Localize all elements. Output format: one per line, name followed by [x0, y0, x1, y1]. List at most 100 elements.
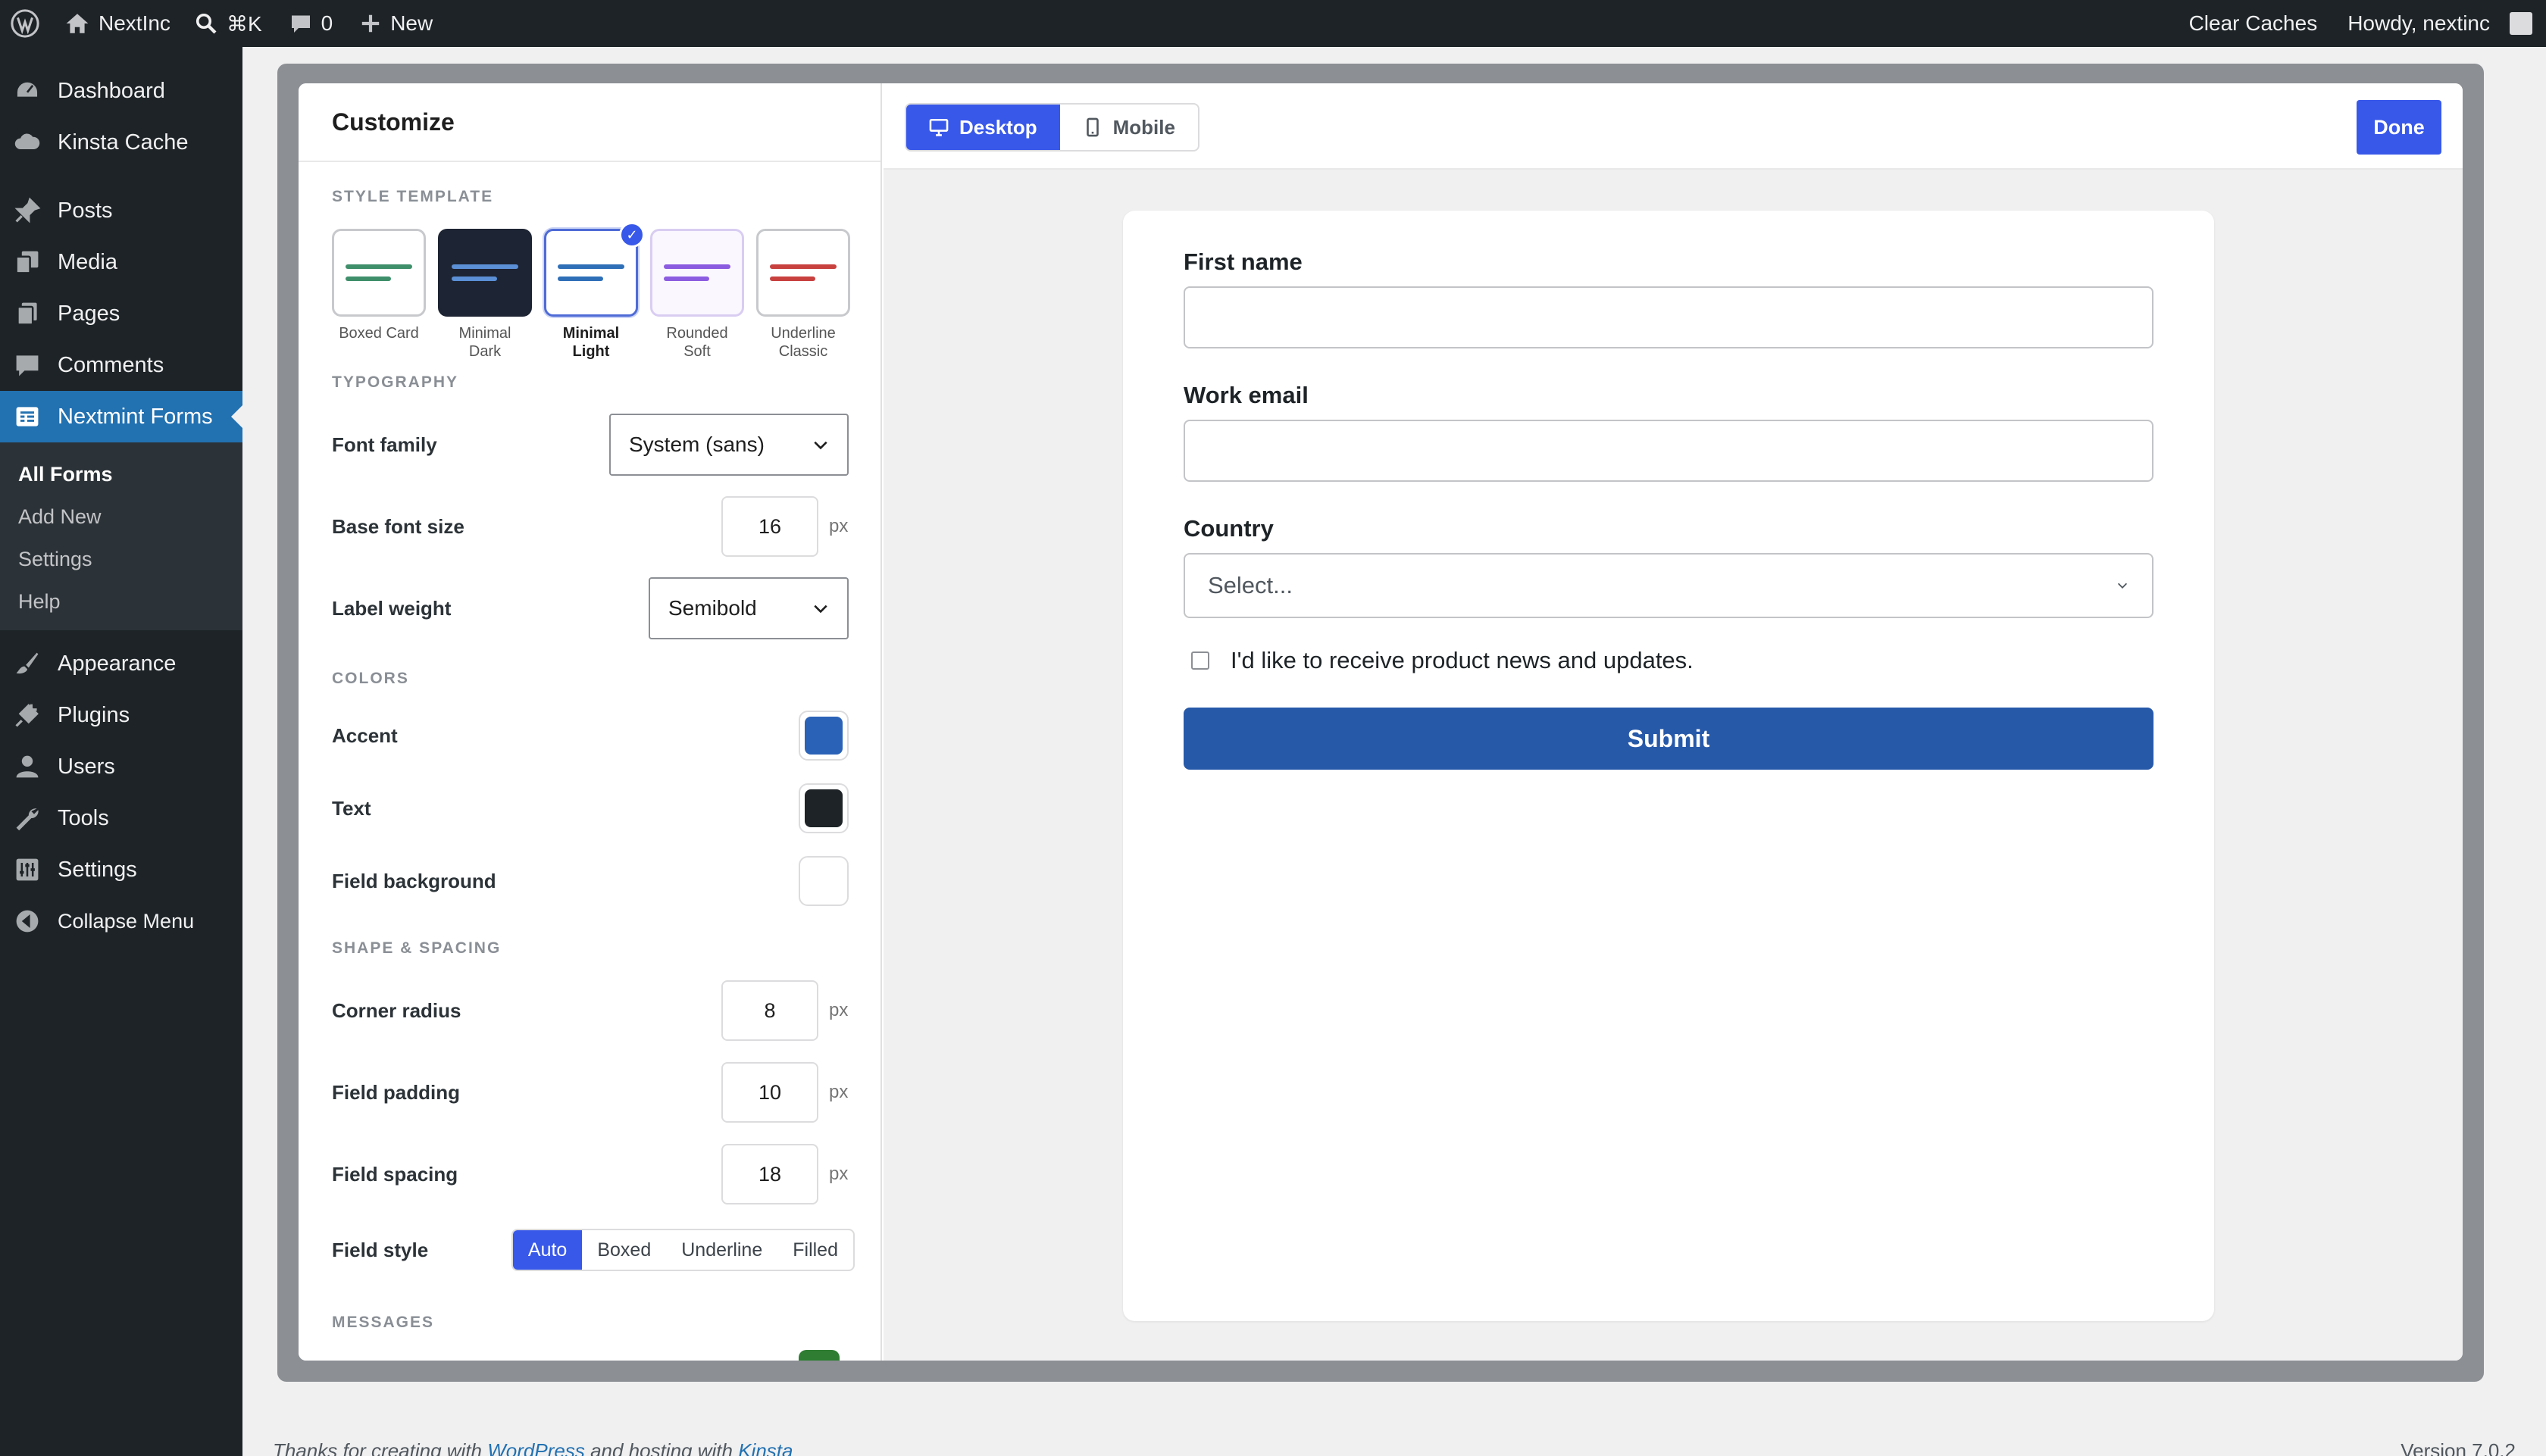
- collapse-menu-button[interactable]: Collapse Menu: [0, 895, 242, 947]
- menu-dashboard[interactable]: Dashboard: [0, 65, 242, 117]
- comments-link[interactable]: 0: [273, 0, 344, 47]
- menu-label: Nextmint Forms: [58, 404, 213, 429]
- label-weight-row: Label weight Semibold: [332, 577, 849, 639]
- desktop-icon: [929, 118, 949, 136]
- unit-label: px: [829, 1000, 849, 1020]
- clear-caches-button[interactable]: Clear Caches: [2178, 0, 2338, 47]
- label-weight-label: Label weight: [332, 596, 452, 620]
- footer-text: and hosting with: [590, 1439, 733, 1456]
- success-color-swatch[interactable]: [799, 1350, 840, 1361]
- home-icon: [66, 14, 89, 33]
- template-underline-classic[interactable]: Underline Classic: [756, 229, 850, 361]
- consent-label: I'd like to receive product news and upd…: [1231, 647, 1694, 673]
- text-color-swatch[interactable]: [799, 783, 849, 833]
- mobile-tab[interactable]: Mobile: [1060, 105, 1198, 150]
- field-padding-input[interactable]: 10: [721, 1062, 818, 1123]
- menu-appearance[interactable]: Appearance: [0, 638, 242, 689]
- field-spacing-input[interactable]: 18: [721, 1144, 818, 1204]
- country-label: Country: [1184, 515, 1274, 542]
- corner-radius-input[interactable]: 8: [721, 980, 818, 1041]
- command-search-button[interactable]: ⌘K: [181, 0, 273, 47]
- template-rounded-soft[interactable]: Rounded Soft: [650, 229, 744, 361]
- font-family-row: Font family System (sans): [332, 414, 849, 476]
- font-family-label: Font family: [332, 433, 437, 456]
- template-boxed-card[interactable]: Boxed Card: [332, 229, 426, 361]
- first-name-input[interactable]: [1184, 286, 2153, 348]
- chevron-down-icon: [814, 605, 827, 614]
- kinsta-link[interactable]: Kinsta: [738, 1439, 793, 1456]
- menu-label: Appearance: [58, 651, 177, 676]
- section-messages: MESSAGES: [332, 1314, 435, 1331]
- submenu-add-new[interactable]: Add New: [0, 495, 242, 538]
- field-background-label: Field background: [332, 869, 496, 892]
- chevron-down-icon: [2117, 583, 2128, 589]
- field-style-underline[interactable]: Underline: [666, 1230, 777, 1270]
- menu-media[interactable]: Media: [0, 236, 242, 288]
- corner-radius-label: Corner radius: [332, 998, 461, 1022]
- pin-icon: [14, 197, 41, 223]
- field-style-auto[interactable]: Auto: [512, 1230, 583, 1270]
- unit-label: px: [829, 1164, 849, 1184]
- label-weight-value: Semibold: [668, 596, 757, 620]
- field-background-swatch[interactable]: [799, 856, 849, 906]
- field-spacing-label: Field spacing: [332, 1162, 458, 1186]
- site-name-link[interactable]: NextInc: [50, 0, 181, 47]
- checkmark-icon: ✓: [619, 222, 645, 248]
- done-button[interactable]: Done: [2357, 100, 2441, 155]
- wordpress-link[interactable]: WordPress: [487, 1439, 585, 1456]
- brush-icon: [16, 652, 39, 674]
- site-name: NextInc: [99, 11, 170, 35]
- account-menu[interactable]: Howdy, nextinc: [2337, 0, 2546, 47]
- menu-label: Tools: [58, 805, 109, 830]
- menu-plugins[interactable]: Plugins: [0, 689, 242, 741]
- menu-comments[interactable]: Comments: [0, 339, 242, 391]
- menu-pages[interactable]: Pages: [0, 288, 242, 339]
- accent-row: Accent: [332, 711, 849, 761]
- menu-label: Pages: [58, 301, 120, 326]
- template-thumb: [438, 229, 532, 317]
- font-family-select[interactable]: System (sans): [609, 414, 849, 476]
- menu-tools[interactable]: Tools: [0, 792, 242, 844]
- section-style-template: STYLE TEMPLATE: [332, 188, 494, 205]
- search-shortcut: ⌘K: [226, 11, 262, 36]
- work-email-input[interactable]: [1184, 420, 2153, 482]
- collapse-icon: [16, 910, 39, 933]
- template-minimal-light[interactable]: ✓ Minimal Light: [544, 222, 645, 361]
- menu-kinsta-cache[interactable]: Kinsta Cache: [0, 117, 242, 168]
- color-fill: [805, 789, 843, 827]
- template-minimal-dark[interactable]: Minimal Dark: [438, 229, 532, 361]
- menu-label: Comments: [58, 352, 164, 377]
- label-weight-select[interactable]: Semibold: [649, 577, 849, 639]
- field-style-filled[interactable]: Filled: [777, 1230, 853, 1270]
- accent-color-swatch[interactable]: [799, 711, 849, 761]
- submenu-help[interactable]: Help: [0, 580, 242, 623]
- user-icon: [16, 755, 39, 778]
- new-content-button[interactable]: New: [343, 0, 443, 47]
- submenu-all-forms[interactable]: All Forms: [0, 453, 242, 495]
- menu-label: Plugins: [58, 702, 130, 727]
- desktop-tab[interactable]: Desktop: [906, 105, 1060, 150]
- field-spacing-row: Field spacing 18 px: [332, 1144, 849, 1204]
- accent-label: Accent: [332, 723, 398, 747]
- first-name-label: First name: [1184, 248, 1303, 275]
- admin-sidebar: Dashboard Kinsta Cache Posts Media Pages…: [0, 47, 243, 1456]
- field-style-segmented: Auto Boxed Underline Filled: [511, 1229, 855, 1271]
- text-color-row: Text: [332, 783, 849, 833]
- menu-nextmint-forms[interactable]: Nextmint Forms: [0, 391, 243, 442]
- base-font-input[interactable]: 16: [721, 496, 818, 557]
- submit-button[interactable]: Submit: [1184, 708, 2153, 770]
- template-thumb: ✓: [544, 222, 645, 317]
- menu-settings[interactable]: Settings: [0, 844, 242, 895]
- chevron-down-icon: [814, 441, 827, 450]
- wordpress-logo-button[interactable]: [0, 0, 50, 47]
- menu-posts[interactable]: Posts: [0, 185, 242, 236]
- pages-icon: [17, 302, 37, 326]
- menu-users[interactable]: Users: [0, 741, 242, 792]
- submenu-settings[interactable]: Settings: [0, 538, 242, 580]
- footer-text: Thanks for creating with: [273, 1439, 483, 1456]
- consent-checkbox[interactable]: [1191, 651, 1209, 670]
- country-select[interactable]: Select...: [1184, 553, 2153, 618]
- menu-label: Media: [58, 249, 117, 274]
- device-toggle: Desktop Mobile: [905, 103, 1199, 152]
- field-style-boxed[interactable]: Boxed: [582, 1230, 666, 1270]
